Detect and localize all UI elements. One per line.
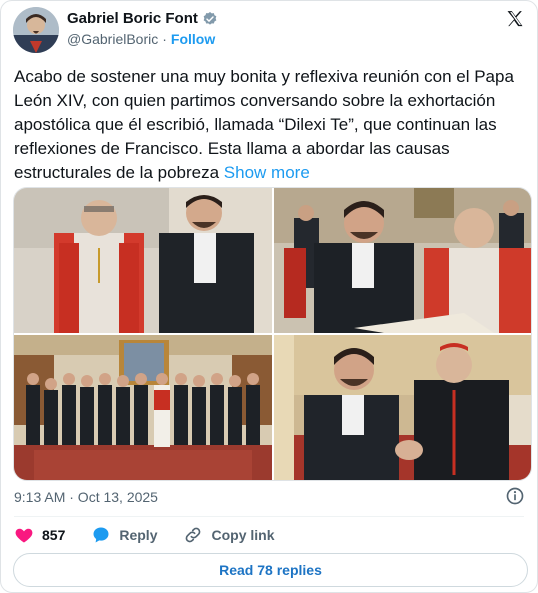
- verified-badge-icon: [203, 11, 217, 25]
- avatar[interactable]: [13, 7, 59, 53]
- tweet-card: Gabriel Boric Font @GabrielBoric · Follo…: [0, 0, 538, 593]
- follow-button[interactable]: Follow: [171, 31, 215, 47]
- read-replies-label: Read 78 replies: [219, 562, 322, 578]
- heart-icon: [15, 528, 33, 543]
- photo-3[interactable]: [14, 335, 272, 480]
- like-count: 857: [42, 527, 66, 543]
- author-name-row: Gabriel Boric Font: [67, 10, 218, 27]
- action-bar: 857 Reply Copy link: [14, 525, 301, 545]
- copy-link-label: Copy link: [211, 527, 275, 543]
- avatar-image: [13, 7, 59, 53]
- tweet-text-block: Acabo de sostener una muy bonita y refle…: [14, 65, 526, 185]
- author-handle[interactable]: @GabrielBoric: [67, 31, 158, 47]
- reply-button[interactable]: Reply: [91, 525, 157, 545]
- author-handle-row: @GabrielBoric · Follow: [67, 31, 215, 47]
- reply-bubble-icon: [93, 527, 109, 543]
- reply-label: Reply: [119, 527, 158, 543]
- link-icon: [186, 527, 201, 543]
- read-replies-button[interactable]: Read 78 replies: [13, 553, 528, 587]
- photo-2[interactable]: [274, 188, 531, 333]
- post-timestamp[interactable]: 9:13 AM · Oct 13, 2025: [14, 489, 158, 505]
- photo-4[interactable]: [274, 335, 531, 480]
- author-name[interactable]: Gabriel Boric Font: [67, 10, 198, 27]
- photo-1[interactable]: [14, 188, 272, 333]
- handle-separator: ·: [162, 31, 167, 47]
- x-logo-icon[interactable]: [505, 9, 525, 29]
- info-icon[interactable]: [505, 486, 525, 506]
- copy-link-button[interactable]: Copy link: [183, 525, 275, 545]
- like-button[interactable]: 857: [14, 525, 65, 545]
- show-more-link[interactable]: Show more: [224, 163, 310, 182]
- divider: [14, 516, 524, 517]
- media-grid: [13, 187, 532, 481]
